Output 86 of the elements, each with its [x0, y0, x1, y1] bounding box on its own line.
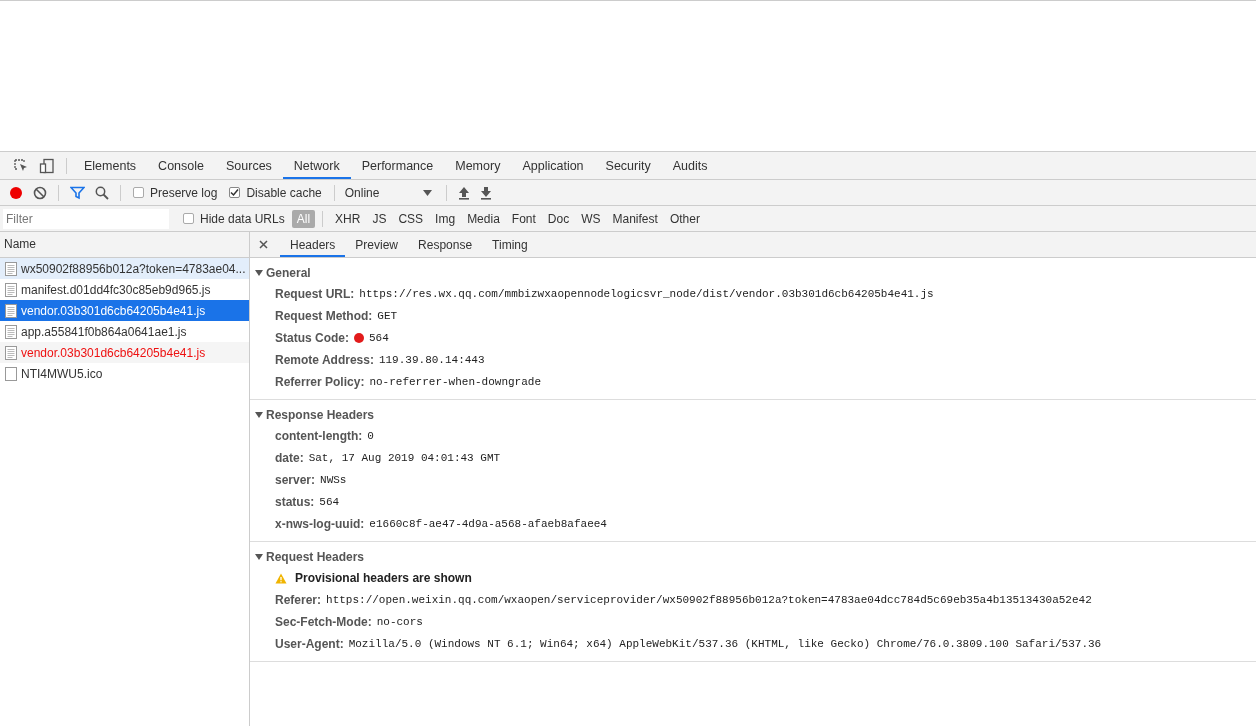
filter-icon[interactable]	[70, 185, 85, 200]
column-header: Name	[0, 232, 249, 258]
header-value: NWSs	[320, 474, 347, 486]
type-filter[interactable]: Img	[430, 209, 461, 228]
panel-tab[interactable]: Performance	[350, 152, 445, 179]
header-name: Referer:	[275, 593, 322, 607]
header-name: server:	[275, 473, 316, 487]
warning-text: Provisional headers are shown	[295, 571, 472, 585]
detail-tab[interactable]: Response	[408, 232, 483, 257]
type-filter[interactable]: Font	[506, 209, 541, 228]
disable-cache-checkbox[interactable]	[229, 187, 241, 198]
header-name: Request URL:	[275, 287, 355, 301]
detail-tab[interactable]: Preview	[345, 232, 409, 257]
panel-tab[interactable]: Audits	[661, 152, 719, 179]
header-value: no-cors	[376, 616, 423, 628]
header-value: GET	[377, 310, 398, 322]
type-filter[interactable]: XHR	[330, 209, 366, 228]
type-filter[interactable]: Other	[664, 209, 705, 228]
search-icon[interactable]	[95, 185, 109, 200]
section-header[interactable]: Response Headers	[250, 405, 1256, 425]
triangle-icon	[255, 411, 263, 419]
type-filter[interactable]: Media	[462, 209, 505, 228]
warning-icon	[275, 572, 287, 584]
download-icon[interactable]	[480, 185, 493, 200]
checkbox-label: Hide data URLs	[200, 211, 285, 226]
section-header[interactable]: General	[250, 263, 1256, 283]
panel-tab[interactable]: Sources	[215, 152, 283, 179]
type-filter[interactable]: Manifest	[607, 209, 663, 228]
header-name: content-length:	[275, 429, 363, 443]
header-name: x-nws-log-uuid:	[275, 517, 365, 531]
panel-tab[interactable]: Memory	[444, 152, 512, 179]
upload-icon[interactable]	[458, 185, 471, 200]
detail-tab[interactable]: Timing	[482, 232, 538, 257]
throttling-dropdown[interactable]: Online	[340, 182, 441, 203]
header-name: Request Method:	[275, 309, 373, 323]
header-name: date:	[275, 451, 304, 465]
document-icon	[5, 324, 17, 339]
request-row[interactable]: manifest.d01dd4fc30c85eb9d965.js	[0, 279, 249, 300]
document-icon	[5, 303, 17, 318]
header-value: 119.39.80.14:443	[378, 354, 485, 366]
record-icon[interactable]	[9, 185, 23, 200]
preserve-log-checkbox[interactable]	[133, 187, 144, 198]
triangle-icon	[255, 553, 263, 561]
document-icon	[5, 345, 17, 360]
request-row[interactable]: vendor.03b301d6cb64205b4e41.js	[0, 300, 249, 321]
type-filter[interactable]: Doc	[542, 209, 575, 228]
type-filter[interactable]: CSS	[393, 209, 429, 228]
header-name: Status Code:	[275, 331, 349, 345]
header-name: User-Agent:	[275, 637, 344, 651]
header-value: 0	[367, 430, 374, 442]
filter-field[interactable]: Filter	[3, 208, 169, 229]
type-filter[interactable]: WS	[576, 209, 606, 228]
request-row[interactable]: NTI4MWU5.ico	[0, 363, 249, 384]
hide-data-urls-checkbox[interactable]	[183, 213, 194, 224]
checkbox-label: Preserve log	[150, 185, 218, 200]
caret-icon	[423, 189, 433, 196]
header-name: Sec-Fetch-Mode:	[275, 615, 372, 629]
blank-file-icon	[5, 366, 17, 381]
header-value: 564	[369, 332, 389, 344]
header-value: https://res.wx.qq.com/mmbizwxaopennodelogicsvr_node/dist/vendor.03b301d6cb64205b4e41.js	[359, 288, 934, 300]
header-name: Referrer Policy:	[275, 375, 365, 389]
header-value: e1660c8f-ae47-4d9a-a568-afaeb8afaee4	[369, 518, 607, 530]
request-row[interactable]: wx50902f88956b012a?token=4783ae04...	[0, 258, 249, 279]
panel-tab[interactable]: Console	[147, 152, 215, 179]
request-row[interactable]: app.a55841f0b864a0641ae1.js	[0, 321, 249, 342]
request-row[interactable]: vendor.03b301d6cb64205b4e41.js	[0, 342, 249, 363]
header-value: no-referrer-when-downgrade	[369, 376, 541, 388]
panel-tab[interactable]: Elements	[73, 152, 148, 179]
header-value: Mozilla/5.0 (Windows NT 6.1; Win64; x64) AppleWebKit/537.36 (KHTML, like Gecko) Chrome/76.0.3809.100 Safari/537.36	[348, 638, 1102, 650]
panel-tab[interactable]: Security	[594, 152, 662, 179]
close-icon[interactable]	[259, 240, 268, 249]
clear-icon[interactable]	[33, 185, 47, 200]
checkbox-label: Disable cache	[246, 185, 322, 200]
triangle-icon	[255, 269, 263, 277]
section-header[interactable]: Request Headers	[250, 547, 1256, 567]
type-filter[interactable]: JS	[367, 209, 392, 228]
document-icon	[5, 282, 17, 297]
header-name: Remote Address:	[275, 353, 374, 367]
panel-tab[interactable]: Application	[511, 152, 595, 179]
device-toolbar-icon[interactable]	[39, 157, 55, 174]
header-name: status:	[275, 495, 315, 509]
header-value: Sat, 17 Aug 2019 04:01:43 GMT	[308, 452, 501, 464]
document-icon	[5, 261, 17, 276]
header-value: https://open.weixin.qq.com/wxaopen/serviceprovider/wx50902f88956b012a?token=4783ae04dcc784d5c69eb35a4b13513430a52e42	[326, 594, 1092, 606]
detail-tab[interactable]: Headers	[280, 232, 346, 257]
header-value: 564	[319, 496, 340, 508]
